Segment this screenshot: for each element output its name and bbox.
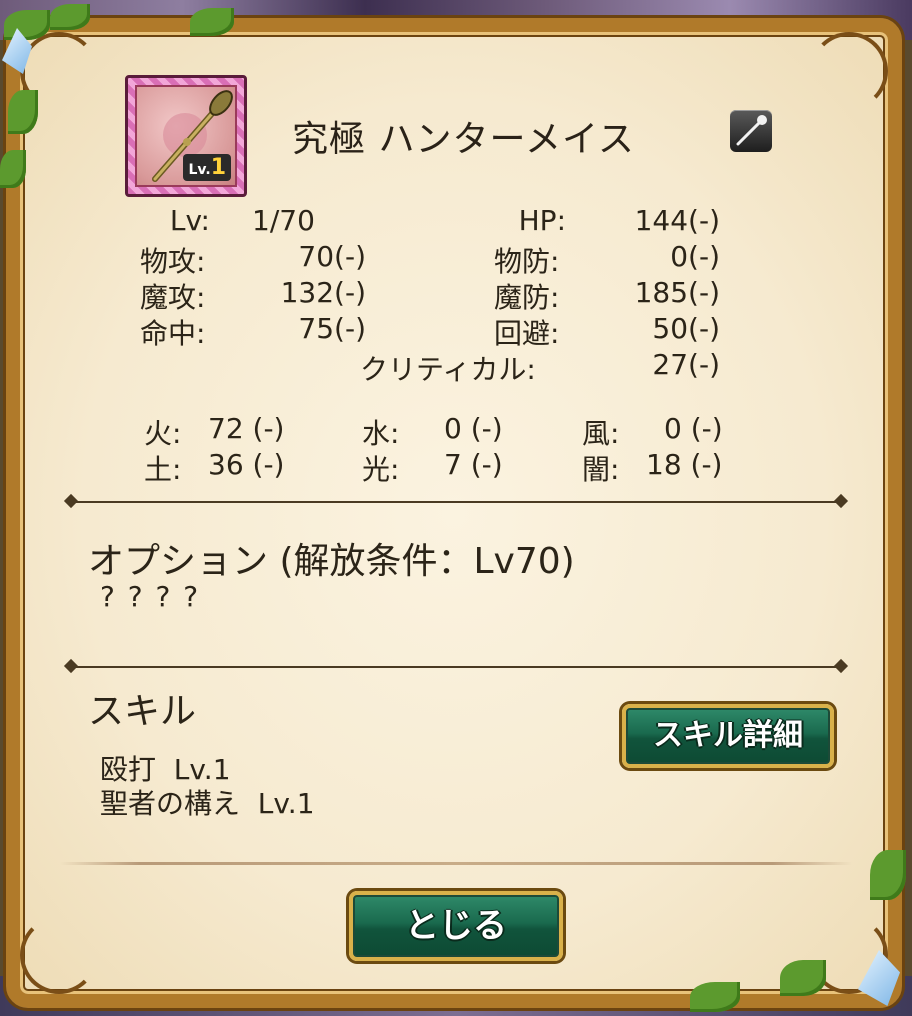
- stat-label-eva: 回避:: [494, 317, 560, 350]
- mace-icon: [730, 110, 772, 152]
- stat-value-hp: 144(-): [634, 204, 720, 237]
- stat-label-crit: クリティカル:: [360, 353, 536, 386]
- leaf-decoration: [690, 982, 740, 1012]
- stat-label-pdef: 物防:: [494, 245, 560, 278]
- element-value-wind: 0 (-): [664, 412, 723, 445]
- stat-label-hp: HP:: [518, 204, 566, 237]
- leaf-decoration: [190, 8, 234, 36]
- stat-value-mdef: 185(-): [634, 276, 720, 309]
- stat-value-patk: 70(-): [298, 240, 366, 273]
- stat-label-hit: 命中:: [140, 317, 206, 350]
- option-title: オプション (解放条件：Lv70): [88, 541, 575, 582]
- element-label-water: 水:: [362, 417, 400, 450]
- stat-label-mdef: 魔防:: [494, 281, 560, 314]
- section-divider: [68, 501, 844, 503]
- stat-value-lv: 1/70: [252, 204, 315, 237]
- level-badge: Lv.1: [183, 154, 231, 181]
- frame-corner-ornament: [810, 32, 888, 110]
- leaf-decoration: [0, 150, 26, 188]
- element-label-dark: 闇:: [582, 453, 620, 486]
- element-value-dark: 18 (-): [646, 448, 723, 481]
- leaf-decoration: [780, 960, 826, 996]
- stat-value-crit: 27(-): [652, 348, 720, 381]
- stat-label-matk: 魔攻:: [140, 281, 206, 314]
- element-label-light: 光:: [362, 453, 400, 486]
- leaf-decoration: [870, 850, 906, 900]
- option-text: ? ? ? ?: [100, 580, 201, 613]
- stat-value-pdef: 0(-): [670, 240, 720, 273]
- element-label-earth: 土:: [144, 453, 182, 486]
- stat-label-lv: Lv:: [169, 204, 210, 237]
- frame-corner-ornament: [20, 916, 98, 994]
- leaf-decoration: [50, 4, 90, 30]
- stat-value-hit: 75(-): [298, 312, 366, 345]
- leaf-decoration: [8, 90, 38, 134]
- stat-value-eva: 50(-): [652, 312, 720, 345]
- item-thumbnail: Lv.1: [125, 75, 247, 197]
- skill-detail-button[interactable]: スキル詳細: [622, 704, 834, 768]
- leaf-decoration: [4, 10, 50, 40]
- skill-title: スキル: [88, 691, 197, 732]
- skill-item: 聖者の構え Lv.1: [100, 787, 315, 820]
- element-value-light: 7 (-): [444, 448, 503, 481]
- section-divider: [68, 666, 844, 668]
- close-button[interactable]: とじる: [349, 891, 563, 961]
- element-label-wind: 風:: [582, 417, 620, 450]
- element-value-earth: 36 (-): [208, 448, 285, 481]
- element-value-fire: 72 (-): [208, 412, 285, 445]
- bottom-divider: [60, 862, 852, 865]
- element-label-fire: 火:: [144, 417, 182, 450]
- item-name: 究極 ハンターメイス: [292, 119, 635, 160]
- stat-label-patk: 物攻:: [140, 245, 206, 278]
- stat-value-matk: 132(-): [280, 276, 366, 309]
- element-value-water: 0 (-): [444, 412, 503, 445]
